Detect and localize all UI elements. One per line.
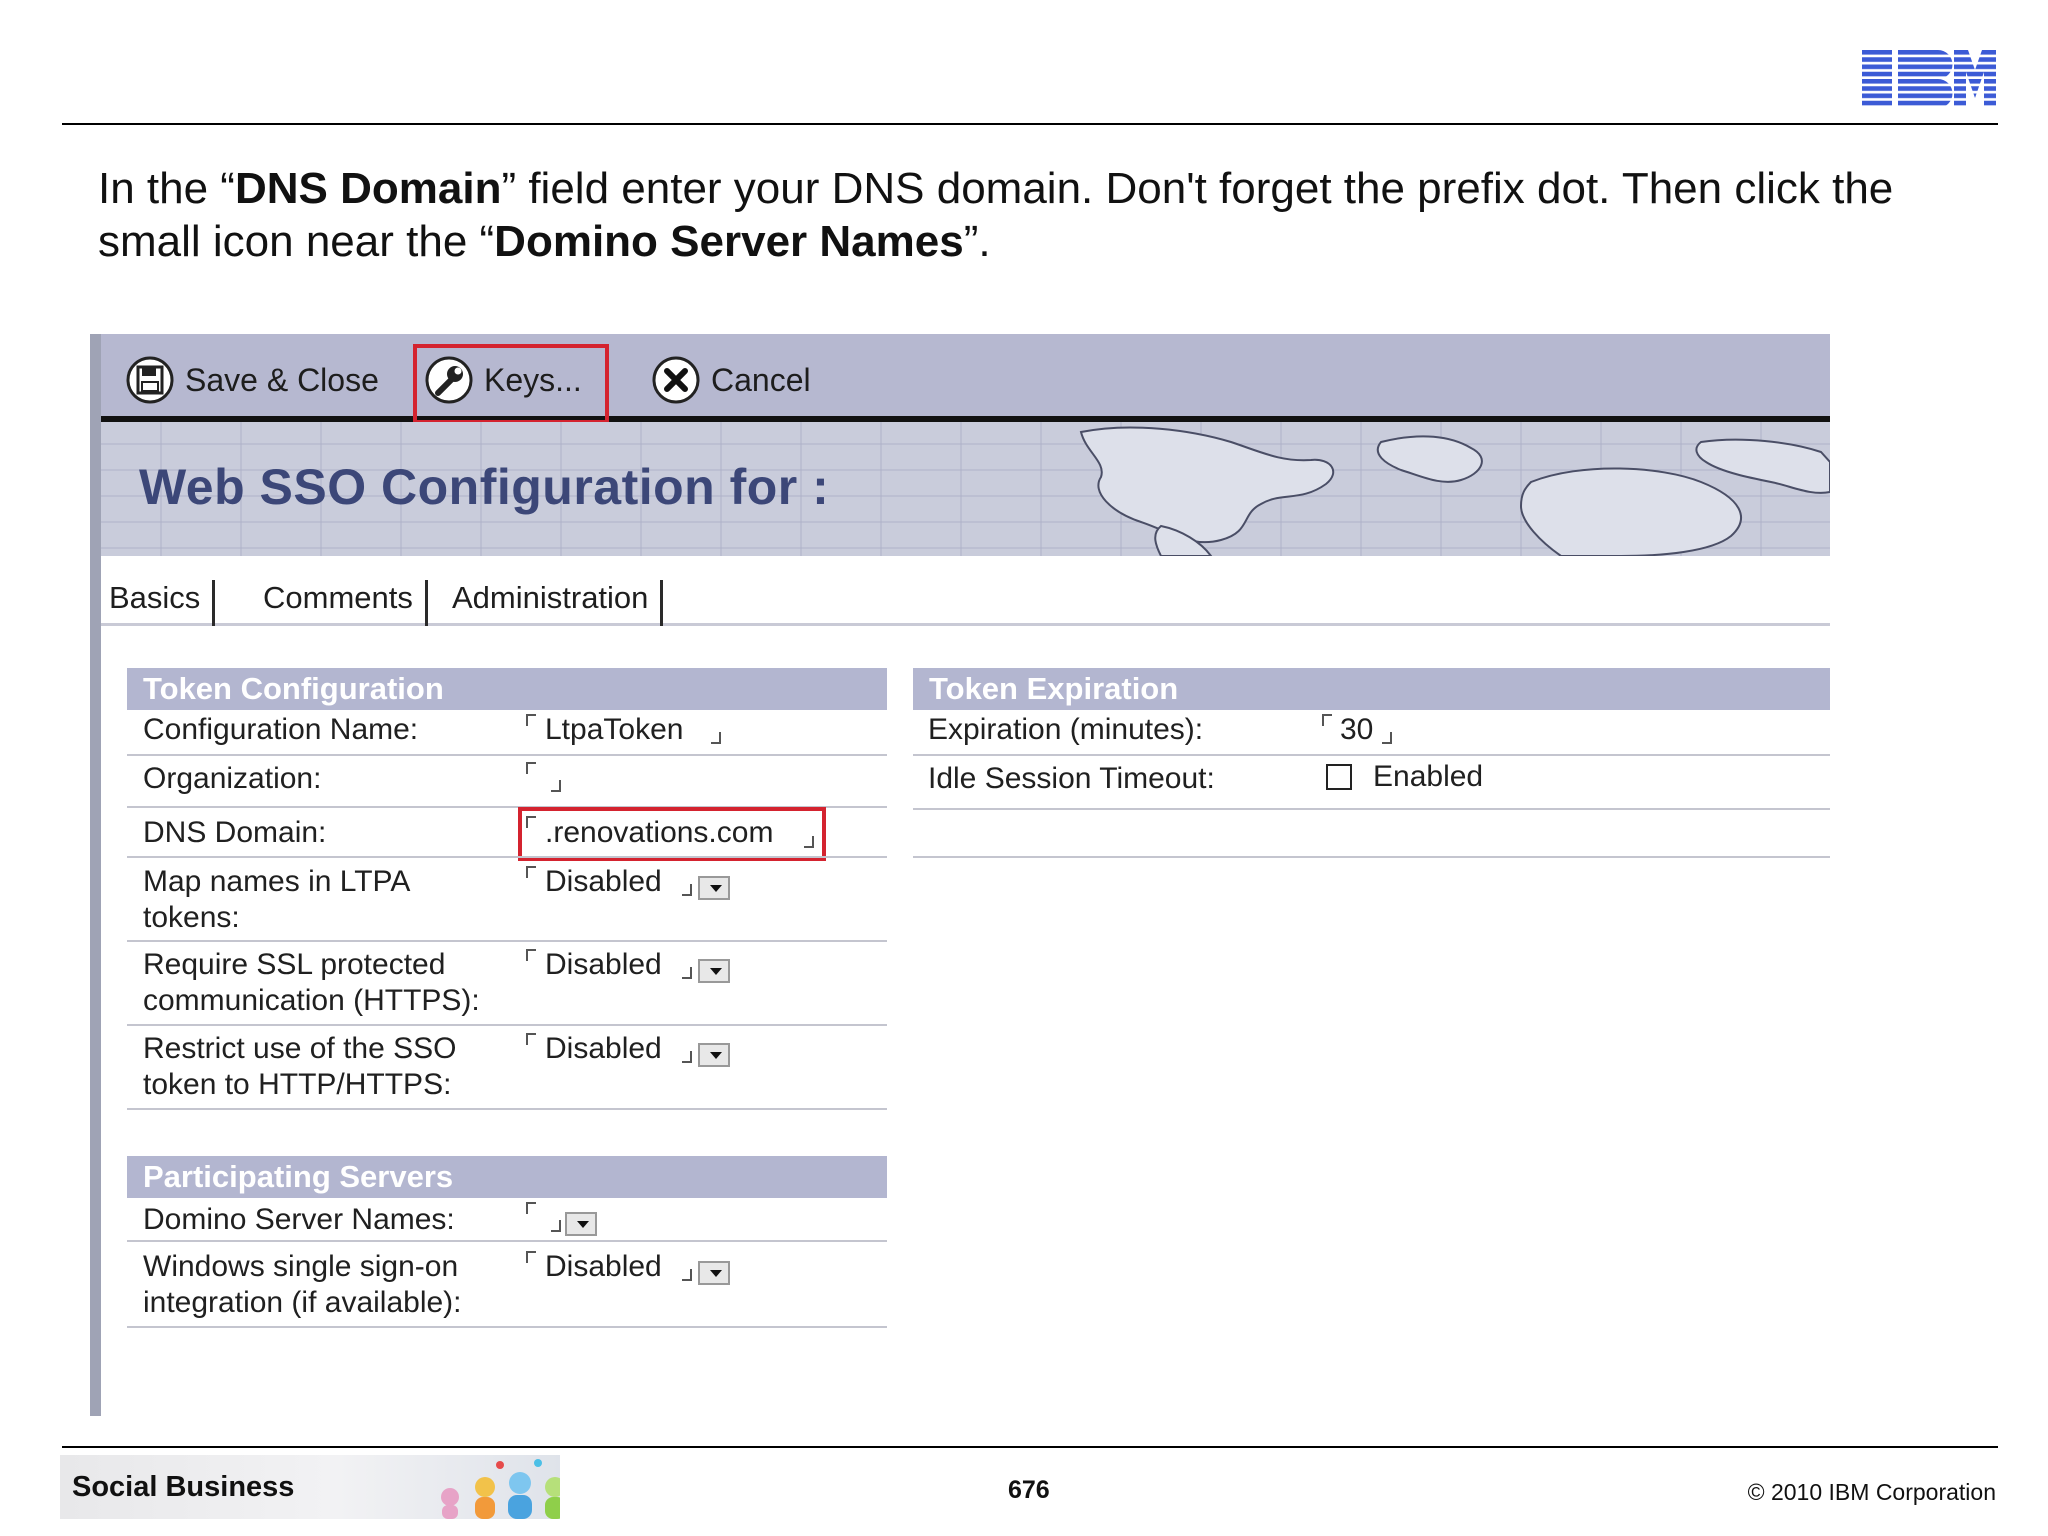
field-bracket-close [551, 780, 561, 792]
restrict-sso-dropdown-button[interactable] [698, 1043, 730, 1067]
notes-screenshot: Save & Close Keys... Cancel Web SSO Conf… [90, 334, 1830, 1416]
field-bracket-open [526, 1202, 536, 1214]
restrict-sso-label: Restrict use of the SSO token to HTTP/HTT… [143, 1032, 457, 1101]
idle-session-timeout-label: Idle Session Timeout: [928, 762, 1215, 795]
row-divider [127, 856, 887, 858]
form-title: Web SSO Configuration for : [139, 459, 830, 515]
windows-sso-dropdown-button[interactable] [698, 1261, 730, 1285]
windows-sso-select[interactable]: Disabled [545, 1249, 662, 1285]
field-bracket-open [526, 866, 536, 878]
domino-server-names-emphasis: Domino Server Names [494, 217, 964, 266]
dns-domain-emphasis: DNS Domain [234, 164, 502, 213]
participating-servers-header: Participating Servers [127, 1156, 887, 1198]
field-bracket-close [711, 732, 721, 744]
configuration-name-label: Configuration Name: [143, 713, 419, 746]
tab-administration[interactable]: Administration [452, 580, 664, 626]
cancel-label: Cancel [711, 361, 811, 398]
field-bracket-close [551, 1220, 561, 1232]
row-divider [127, 940, 887, 942]
save-close-button[interactable]: Save & Close [125, 356, 379, 404]
field-bracket-open [526, 1251, 536, 1263]
field-bracket-open [526, 949, 536, 961]
field-bracket-close [682, 1051, 692, 1063]
ibm-logo [1862, 50, 1996, 108]
cancel-button[interactable]: Cancel [651, 356, 811, 404]
people-figures-graphic [441, 1459, 560, 1519]
require-ssl-label: Require SSL protected communication (HTTP… [143, 948, 480, 1017]
idle-session-enabled-label: Enabled [1373, 760, 1484, 793]
field-bracket-open [526, 714, 536, 726]
field-bracket-close [682, 967, 692, 979]
window-left-border [90, 334, 101, 1416]
row-divider [913, 808, 1830, 810]
tab-comments[interactable]: Comments [263, 580, 428, 626]
field-bracket-open [1322, 714, 1332, 726]
expiration-minutes-label: Expiration (minutes): [928, 713, 1204, 746]
expiration-minutes-field[interactable]: 30 [1340, 712, 1373, 748]
tab-bar: Basics Comments Administration [101, 570, 1830, 626]
page-number: 676 [1008, 1476, 1050, 1504]
save-disk-icon [126, 356, 174, 404]
cancel-x-icon [652, 356, 700, 404]
field-bracket-close [682, 884, 692, 896]
header-rule [62, 123, 1998, 125]
domino-server-names-label: Domino Server Names: [143, 1203, 455, 1236]
field-bracket-open [526, 1033, 536, 1045]
save-close-label: Save & Close [185, 361, 379, 398]
dns-domain-label: DNS Domain: [143, 816, 327, 849]
form-banner: Web SSO Configuration for : [101, 422, 1830, 556]
idle-session-enabled-checkbox[interactable] [1326, 764, 1352, 790]
field-bracket-open [526, 762, 536, 774]
field-bracket-close [1382, 732, 1392, 744]
token-expiration-header: Token Expiration [913, 668, 1830, 710]
require-ssl-dropdown-button[interactable] [698, 959, 730, 983]
organization-label: Organization: [143, 762, 322, 795]
row-divider [127, 1024, 887, 1026]
social-business-label: Social Business [72, 1471, 295, 1503]
footer-rule [62, 1446, 1998, 1448]
dns-domain-highlight-box [518, 807, 826, 861]
token-configuration-header: Token Configuration [127, 668, 887, 710]
map-names-dropdown-button[interactable] [698, 876, 730, 900]
map-names-label: Map names in LTPA tokens: [143, 865, 411, 934]
field-bracket-close [682, 1269, 692, 1281]
row-divider [127, 1108, 887, 1110]
row-divider [913, 856, 1830, 858]
tab-basics[interactable]: Basics [109, 580, 216, 626]
row-divider [913, 754, 1830, 756]
copyright-notice: © 2010 IBM Corporation [1747, 1479, 1996, 1505]
restrict-sso-select[interactable]: Disabled [545, 1031, 662, 1067]
map-names-select[interactable]: Disabled [545, 864, 662, 900]
action-toolbar: Save & Close Keys... Cancel [101, 334, 1830, 422]
social-business-banner: Social Business [60, 1455, 560, 1519]
require-ssl-select[interactable]: Disabled [545, 947, 662, 983]
keys-highlight-box [413, 344, 609, 424]
row-divider [127, 1240, 887, 1242]
domino-server-names-helper-button[interactable] [565, 1212, 597, 1236]
configuration-name-field[interactable]: LtpaToken [545, 712, 683, 748]
instruction-text: In the “DNS Domain” field enter your DNS… [98, 164, 1894, 266]
row-divider [127, 1326, 887, 1328]
row-divider [127, 754, 887, 756]
windows-sso-label: Windows single sign-on integration (if av… [143, 1250, 462, 1319]
